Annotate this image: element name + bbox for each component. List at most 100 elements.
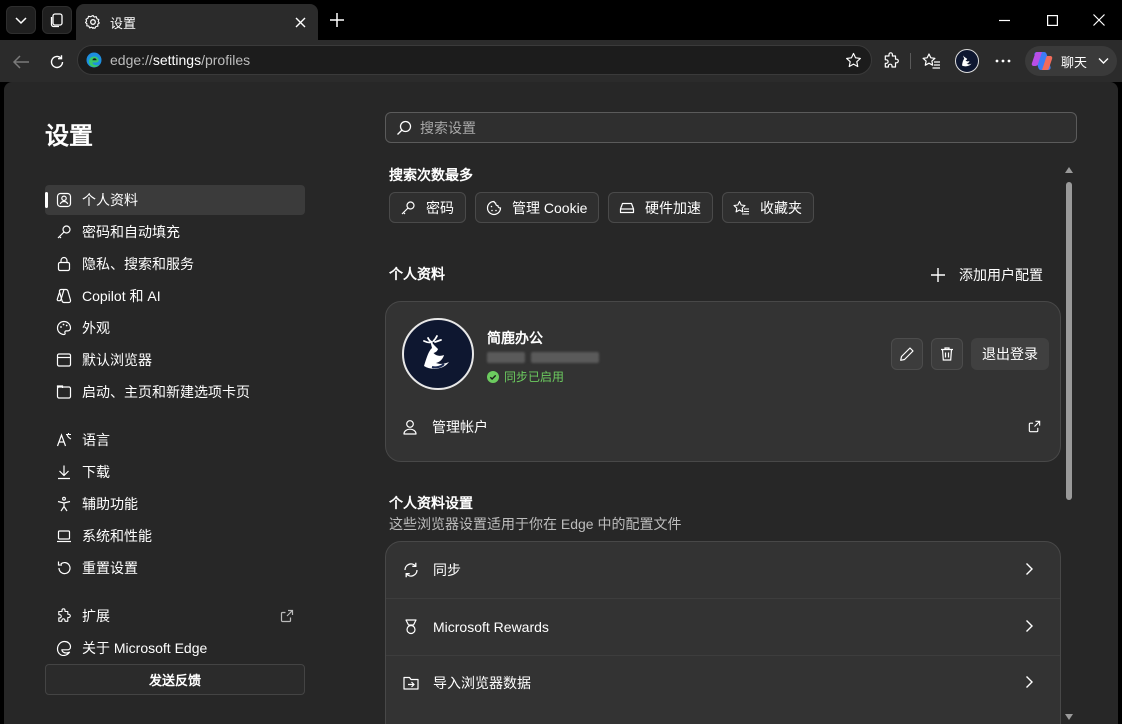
sidebar-item-passwords[interactable]: 密码和自动填充 — [45, 217, 305, 247]
address-bar[interactable]: edge://settings/profiles — [77, 45, 872, 75]
sidebar-item-extensions[interactable]: 扩展 — [45, 601, 305, 631]
chevron-right-icon — [1026, 563, 1033, 575]
deer-logo-icon — [423, 335, 449, 369]
chip-manage-cookies[interactable]: 管理 Cookie — [475, 192, 600, 223]
back-button[interactable] — [7, 48, 35, 76]
chevron-right-icon — [1026, 676, 1033, 688]
sidebar-item-label: 个人资料 — [82, 192, 138, 208]
sidebar-item-system[interactable]: 系统和性能 — [45, 521, 305, 551]
send-feedback-button[interactable]: 发送反馈 — [45, 664, 305, 695]
chip-passwords[interactable]: 密码 — [389, 192, 466, 223]
sidebar-item-accessibility[interactable]: 辅助功能 — [45, 489, 305, 519]
reset-icon — [55, 559, 73, 577]
favorites-button[interactable] — [919, 49, 943, 73]
extension-icon — [55, 607, 73, 625]
laptop-icon — [55, 527, 73, 545]
sidebar-item-privacy[interactable]: 隐私、搜索和服务 — [45, 249, 305, 279]
settings-row-import-data[interactable]: 导入浏览器数据 — [402, 655, 1042, 711]
chip-hardware-acceleration[interactable]: 硬件加速 — [608, 192, 713, 223]
refresh-button[interactable] — [43, 48, 71, 76]
row-label: 同步 — [433, 562, 461, 578]
add-profile-button[interactable]: 添加用户配置 — [930, 264, 1043, 286]
sidebar-item-label: 重置设置 — [82, 560, 138, 576]
toolbar-divider — [910, 53, 911, 69]
favorites-icon — [733, 200, 749, 215]
extensions-button[interactable] — [879, 49, 903, 73]
more-menu-button[interactable] — [991, 49, 1015, 73]
open-external-icon — [280, 609, 294, 623]
manage-account-link[interactable]: 管理帐户 — [402, 414, 1042, 440]
maximize-button[interactable] — [1029, 0, 1075, 40]
search-input[interactable] — [420, 119, 1020, 136]
workspaces-button[interactable] — [42, 6, 72, 34]
scroll-down-arrow-icon[interactable] — [1065, 713, 1073, 721]
favorites-icon — [922, 53, 940, 69]
profile-icon — [55, 191, 73, 209]
tab-list-button[interactable] — [6, 6, 36, 34]
sidebar-item-label: 关于 Microsoft Edge — [82, 640, 208, 656]
cookie-icon — [486, 200, 502, 215]
sidebar-item-appearance[interactable]: 外观 — [45, 313, 305, 343]
chip-label: 密码 — [426, 199, 454, 216]
favorite-star-icon[interactable] — [845, 52, 862, 69]
sidebar-item-languages[interactable]: 语言 — [45, 425, 305, 455]
pencil-icon — [900, 347, 914, 361]
new-tab-button[interactable] — [325, 8, 349, 32]
profile-settings-title: 个人资料设置 — [389, 495, 473, 511]
chip-favorites[interactable]: 收藏夹 — [722, 192, 814, 223]
trash-icon — [941, 347, 953, 361]
delete-profile-button[interactable] — [931, 338, 963, 370]
manage-account-label: 管理帐户 — [432, 419, 488, 435]
sidebar-item-default-browser[interactable]: 默认浏览器 — [45, 345, 305, 375]
add-profile-label: 添加用户配置 — [959, 267, 1043, 283]
sidebar-item-label: 外观 — [82, 320, 110, 336]
sidebar-item-profiles[interactable]: 个人资料 — [45, 185, 305, 215]
profile-button[interactable] — [955, 49, 979, 73]
settings-page: 设置 个人资料 密码和自动填充 隐私、搜索和服务 Copilot 和 AI 外观… — [4, 82, 1118, 724]
sync-status-label: 同步已启用 — [504, 370, 565, 384]
copilot-icon — [1031, 52, 1053, 70]
sidebar-item-label: 扩展 — [82, 608, 110, 624]
scroll-up-arrow-icon[interactable] — [1065, 166, 1073, 174]
sync-icon — [404, 562, 418, 578]
sidebar-item-label: 隐私、搜索和服务 — [82, 256, 194, 272]
chip-label: 硬件加速 — [645, 199, 701, 216]
sidebar-item-startup[interactable]: 启动、主页和新建选项卡页 — [45, 377, 305, 407]
sidebar-item-label: 下载 — [82, 464, 110, 480]
settings-search[interactable] — [385, 112, 1077, 143]
url-text: edge://settings/profiles — [110, 52, 251, 68]
main-scrollbar[interactable] — [1063, 166, 1075, 721]
browser-icon — [55, 351, 73, 369]
sidebar-item-downloads[interactable]: 下载 — [45, 457, 305, 487]
sidebar-item-label: 语言 — [82, 432, 110, 448]
language-icon — [55, 431, 73, 449]
edit-profile-button[interactable] — [891, 338, 923, 370]
tab-close-button[interactable] — [292, 14, 308, 30]
sidebar-item-about[interactable]: 关于 Microsoft Edge — [45, 633, 305, 663]
sidebar-item-label: Copilot 和 AI — [82, 288, 161, 304]
check-circle-icon — [487, 370, 499, 383]
settings-row-rewards[interactable]: Microsoft Rewards — [402, 599, 1042, 655]
tab-title: 设置 — [110, 15, 137, 31]
settings-row-sync[interactable]: 同步 — [402, 542, 1042, 598]
scrollbar-thumb[interactable] — [1066, 182, 1072, 500]
sidebar-item-label: 默认浏览器 — [82, 352, 152, 368]
copilot-chat-button[interactable]: 聊天 — [1025, 46, 1117, 76]
sign-out-button[interactable]: 退出登录 — [971, 338, 1049, 370]
lock-icon — [55, 255, 73, 273]
chip-label: 管理 Cookie — [512, 199, 588, 216]
sidebar-item-label: 辅助功能 — [82, 496, 138, 512]
back-arrow-icon — [12, 55, 29, 69]
sidebar-item-label: 密码和自动填充 — [82, 224, 180, 240]
sidebar-item-reset[interactable]: 重置设置 — [45, 553, 305, 583]
plus-icon — [931, 268, 945, 282]
workspaces-icon — [50, 13, 63, 28]
sidebar-item-copilot[interactable]: Copilot 和 AI — [45, 281, 305, 311]
tab-settings[interactable]: 设置 — [76, 4, 318, 40]
import-icon — [403, 676, 419, 690]
rewards-icon — [405, 619, 417, 635]
row-label: 导入浏览器数据 — [433, 675, 531, 691]
minimize-button[interactable] — [981, 0, 1027, 40]
close-window-button[interactable] — [1076, 0, 1122, 40]
palette-icon — [55, 319, 73, 337]
